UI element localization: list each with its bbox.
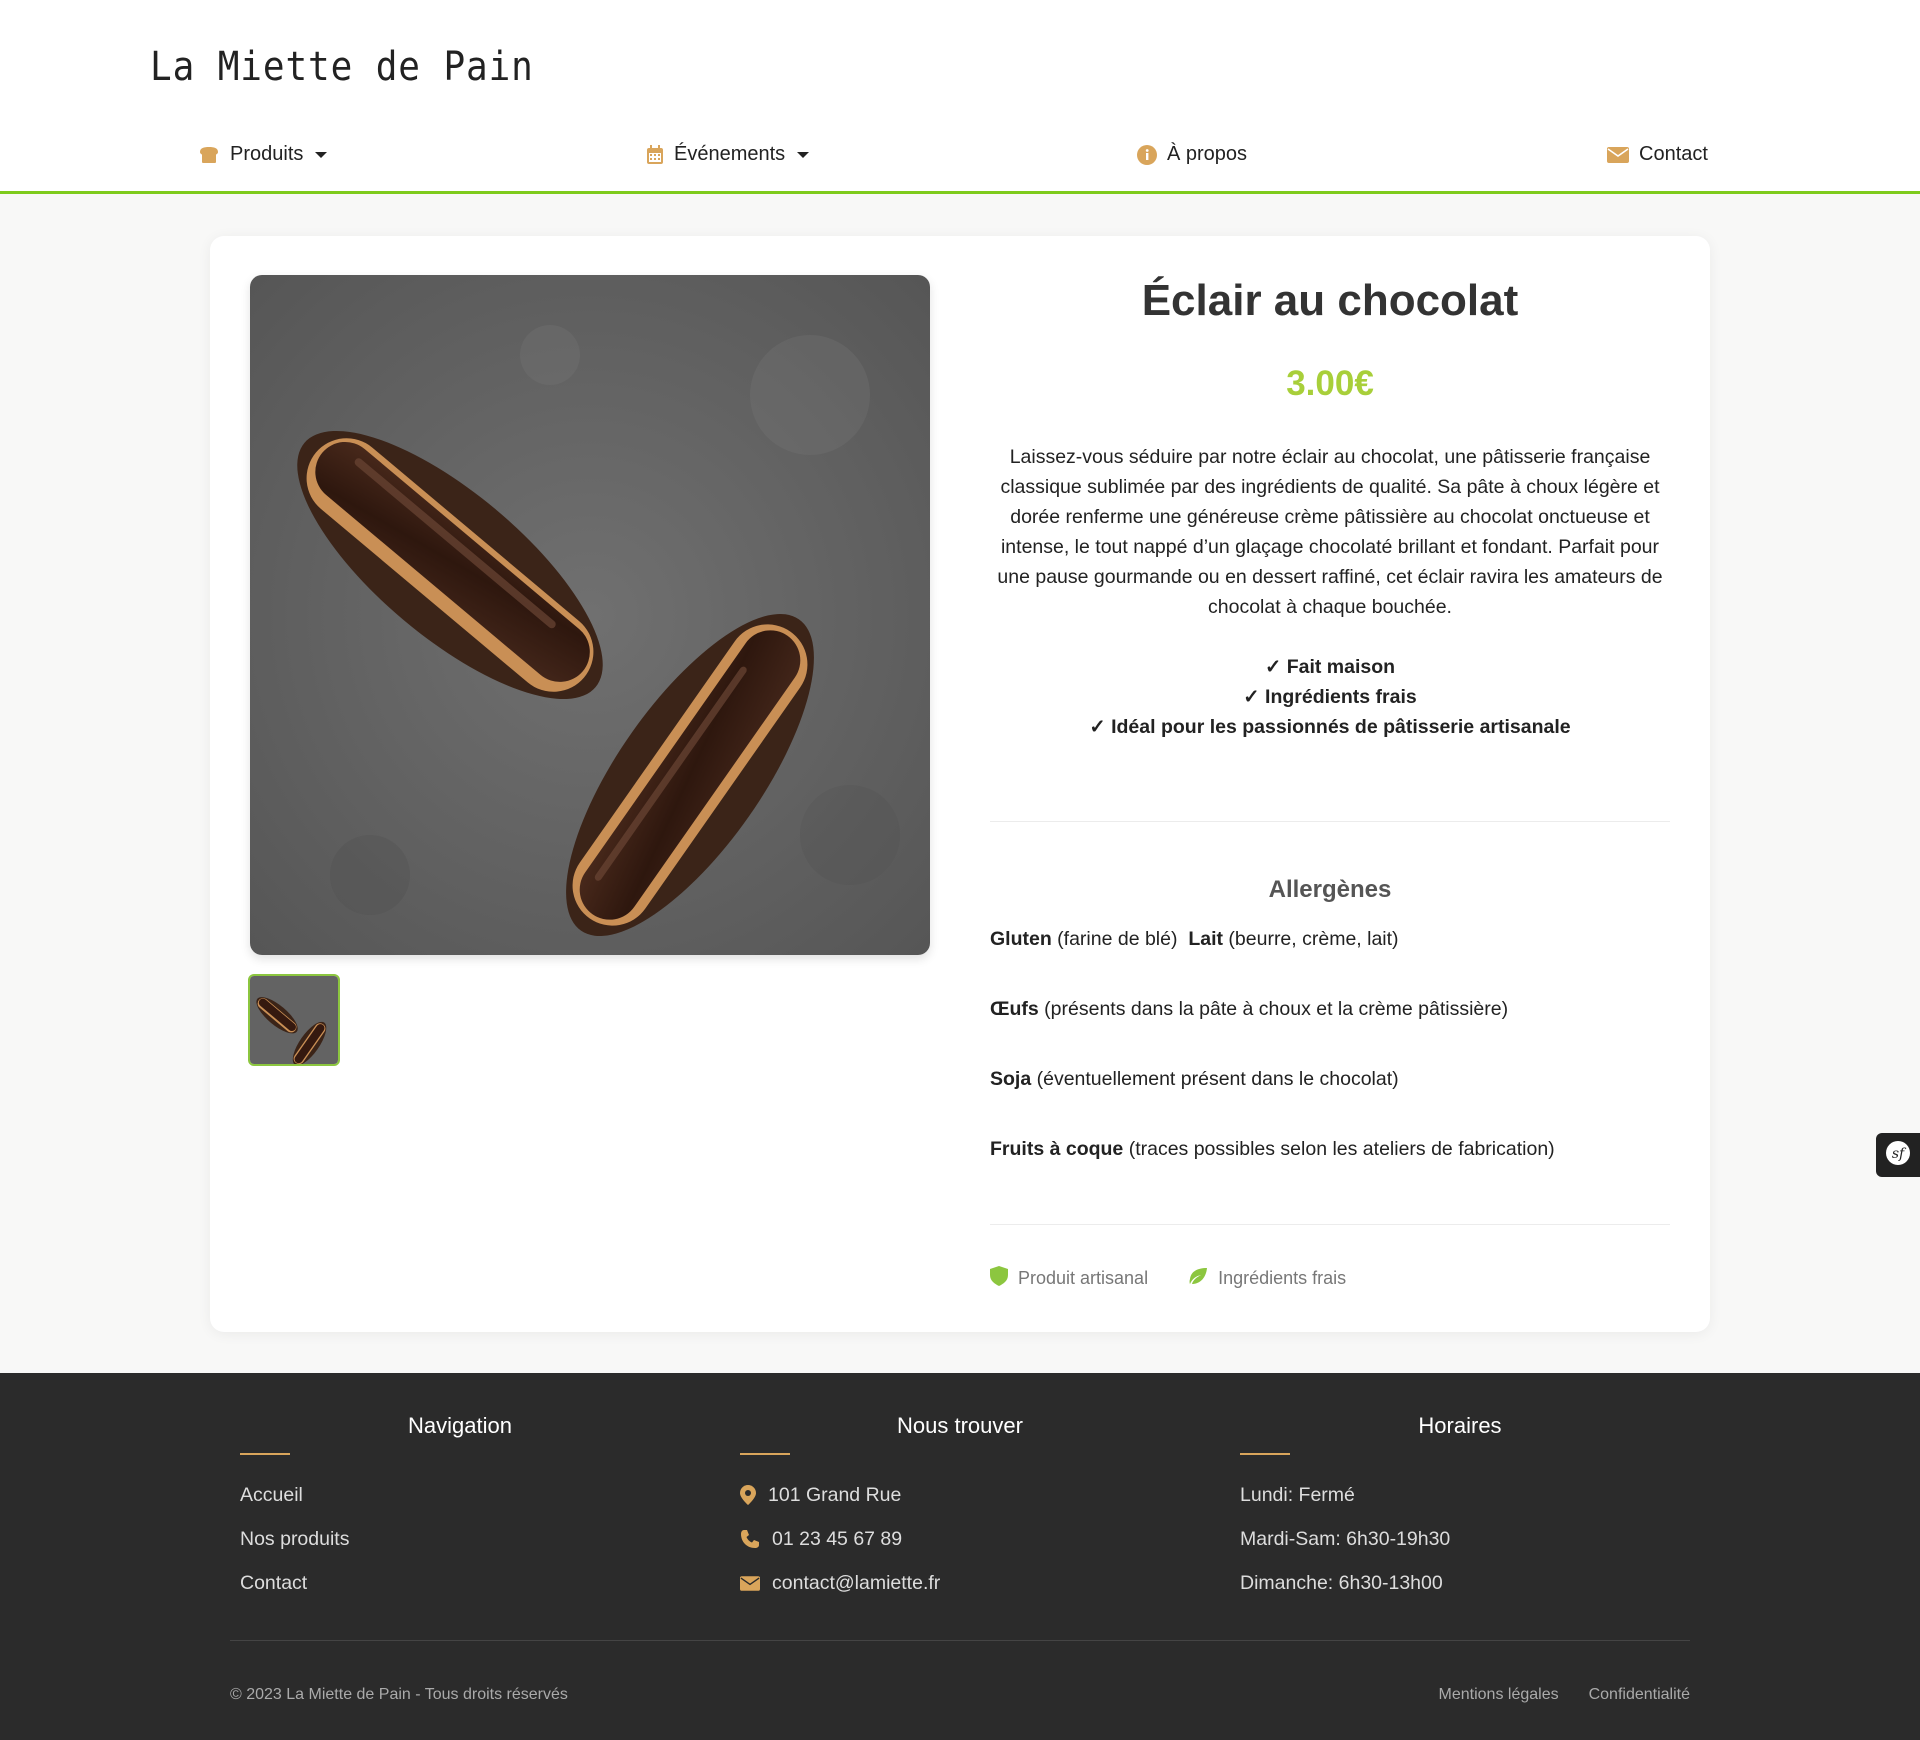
allergen-row: Gluten (farine de blé) Lait (beurre, crè… (990, 928, 1399, 951)
allergen-detail: (beurre, crème, lait) (1223, 928, 1399, 950)
legal-notice-link[interactable]: Mentions légales (1439, 1686, 1559, 1704)
info-icon (1137, 144, 1157, 165)
nav-about-label: À propos (1167, 143, 1248, 165)
footer-phone[interactable]: 01 23 45 67 89 (740, 1517, 1180, 1561)
allergens-title: Allergènes (1268, 876, 1392, 903)
footer-divider (230, 1640, 1690, 1641)
product-title: Éclair au chocolat (1141, 276, 1519, 325)
footer-address: 101 Grand Rue (740, 1473, 1180, 1517)
hours-line: Lundi: Fermé (1240, 1483, 1355, 1506)
nav-contact-link[interactable]: Contact (1607, 143, 1708, 166)
footer-link-home[interactable]: Accueil (240, 1473, 680, 1517)
divider (990, 821, 1670, 822)
footer-find-us-title: Nous trouver (897, 1413, 1023, 1438)
footer-nav-title: Navigation (408, 1413, 512, 1438)
footer-legal-links: Mentions légales Confidentialité (1409, 1686, 1690, 1704)
symfony-toolbar-toggle[interactable]: sf (1876, 1133, 1920, 1177)
calendar-icon (646, 144, 664, 165)
allergen-row: Fruits à coque (traces possibles selon l… (990, 1138, 1555, 1161)
product-description: Laissez-vous séduire par notre éclair au… (997, 446, 1663, 618)
title-underline (240, 1453, 290, 1455)
nav-products-dropdown[interactable]: Produits (198, 143, 328, 166)
allergen-row: Soja (éventuellement présent dans le cho… (990, 1068, 1399, 1091)
badge-fresh: Ingrédients frais (1188, 1267, 1346, 1290)
map-pin-icon (740, 1485, 756, 1505)
allergen-row: Œufs (présents dans la pâte à choux et l… (990, 998, 1508, 1021)
envelope-icon (1607, 146, 1629, 163)
leaf-icon (1188, 1267, 1218, 1290)
bread-icon (198, 146, 220, 164)
privacy-link[interactable]: Confidentialité (1589, 1686, 1690, 1704)
nav-about-link[interactable]: À propos (1137, 143, 1247, 166)
envelope-icon (740, 1575, 760, 1591)
footer-email[interactable]: contact@lamiette.fr (740, 1561, 1180, 1605)
allergen-name: Lait (1188, 928, 1223, 950)
allergen-detail: (traces possibles selon les ateliers de … (1123, 1138, 1555, 1160)
product-main-photo[interactable] (250, 275, 930, 955)
allergen-name: Œufs (990, 998, 1039, 1020)
title-underline (740, 1453, 790, 1455)
badge-label: Ingrédients frais (1218, 1268, 1347, 1288)
feature-item: ✓ Ingrédients frais (1243, 686, 1417, 708)
allergen-detail: (présents dans la pâte à choux et la crè… (1038, 998, 1509, 1020)
site-logo[interactable]: La Miette de Pain (150, 44, 534, 90)
hours-line: Mardi-Sam: 6h30-19h30 (1240, 1527, 1451, 1550)
product-price: 3.00€ (1286, 364, 1374, 403)
product-badges: Produit artisanal Ingrédients frais (990, 1266, 1386, 1291)
allergen-name: Soja (990, 1068, 1032, 1090)
allergen-name: Fruits à coque (990, 1138, 1124, 1160)
feature-item: ✓ Fait maison (1264, 656, 1396, 678)
footer-navigation: Navigation Accueil Nos produits Contact (240, 1413, 680, 1605)
nav-events-label: Événements (674, 143, 786, 165)
nav-contact-label: Contact (1639, 143, 1708, 165)
site-header: La Miette de Pain Produits Événements À … (0, 0, 1920, 194)
footer-link-products[interactable]: Nos produits (240, 1517, 680, 1561)
nav-products-label: Produits (230, 143, 304, 165)
allergen-name: Gluten (990, 928, 1052, 950)
copyright: © 2023 La Miette de Pain - Tous droits r… (230, 1686, 568, 1703)
feature-item: ✓ Idéal pour les passionnés de pâtisseri… (1089, 716, 1571, 738)
footer-link-contact[interactable]: Contact (240, 1561, 680, 1605)
product-card: Éclair au chocolat 3.00€ Laissez-vous sé… (210, 236, 1710, 1332)
product-thumbnail[interactable] (248, 974, 340, 1066)
nav-events-dropdown[interactable]: Événements (646, 143, 810, 166)
badge-label: Produit artisanal (1018, 1268, 1149, 1288)
footer-hours: Horaires Lundi: Fermé Mardi-Sam: 6h30-19… (1240, 1413, 1680, 1605)
shield-icon (990, 1266, 1018, 1291)
product-features: ✓ Fait maison ✓ Ingrédients frais ✓ Idéa… (990, 652, 1670, 742)
badge-artisanal: Produit artisanal (990, 1266, 1148, 1291)
chevron-down-icon (315, 151, 328, 158)
allergen-detail: (éventuellement présent dans le chocolat… (1031, 1068, 1399, 1090)
divider (990, 1224, 1670, 1225)
footer-hours-title: Horaires (1418, 1413, 1502, 1438)
allergen-detail: (farine de blé) (1051, 928, 1178, 950)
site-footer: Navigation Accueil Nos produits Contact … (0, 1373, 1920, 1740)
phone-icon (741, 1530, 759, 1548)
symfony-icon: sf (1885, 1140, 1911, 1171)
title-underline (1240, 1453, 1290, 1455)
chevron-down-icon (797, 151, 810, 158)
hours-line: Dimanche: 6h30-13h00 (1240, 1571, 1443, 1594)
footer-find-us: Nous trouver 101 Grand Rue 01 23 45 67 8… (740, 1413, 1180, 1605)
